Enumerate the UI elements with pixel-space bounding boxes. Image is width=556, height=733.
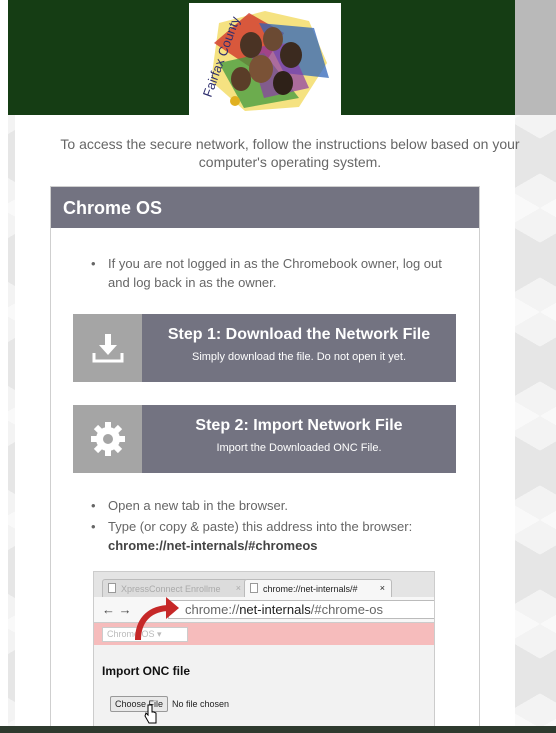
browser-screenshot: XpressConnect Enrollme × chrome://net-in… <box>93 571 435 733</box>
close-icon: × <box>379 583 385 593</box>
list-item: If you are not logged in as the Chromebo… <box>91 254 451 292</box>
bottom-bar <box>0 726 556 733</box>
chrome-os-card: Chrome OS If you are not logged in as th… <box>50 186 480 733</box>
tab-net-internals: chrome://net-internals/# × <box>244 579 392 598</box>
back-forward-icon: ← → <box>102 602 132 617</box>
main-content: To access the secure network, follow the… <box>15 115 520 733</box>
red-arrow-icon <box>135 597 179 641</box>
bullet-list-bottom: Open a new tab in the browser. Type (or … <box>91 496 451 557</box>
url-host: net-internals <box>239 602 311 617</box>
no-file-text: No file chosen <box>172 699 230 709</box>
left-strip <box>0 0 8 733</box>
step2-import-button[interactable]: Step 2: Import Network File Import the D… <box>73 405 456 473</box>
import-onc-title: Import ONC file <box>102 664 191 678</box>
intro-text: To access the secure network, follow the… <box>60 136 520 170</box>
logo-image: Fairfax County <box>200 11 329 111</box>
download-icon <box>73 314 142 382</box>
address-code: chrome://net-internals/#chromeos <box>108 538 318 553</box>
file-chooser: Choose File No file chosen <box>110 696 229 712</box>
page-icon <box>250 583 258 593</box>
section-title: Chrome OS <box>51 187 479 228</box>
list-item-text: Type (or copy & paste) this address into… <box>108 519 413 534</box>
url-path: /#chrome-os <box>310 602 383 617</box>
step1-subtitle: Simply download the file. Do not open it… <box>191 351 406 363</box>
list-item: Type (or copy & paste) this address into… <box>91 517 451 555</box>
step2-subtitle: Import the Downloaded ONC File. <box>216 442 382 454</box>
page-icon <box>108 583 116 593</box>
step2-title: Step 2: Import Network File <box>195 417 403 434</box>
omnibox: chrome://net-internals/#chrome-os <box>168 600 434 619</box>
tab-label: XpressConnect Enrollme <box>121 584 221 594</box>
hand-cursor-icon <box>144 704 157 724</box>
bullet-list-top: If you are not logged in as the Chromebo… <box>91 254 451 294</box>
step1-title: Step 1: Download the Network File <box>167 326 431 343</box>
county-logo[interactable]: Fairfax County <box>189 3 341 115</box>
url-scheme: chrome:// <box>185 602 240 617</box>
choose-file-button: Choose File <box>110 696 169 712</box>
header-bar-right <box>515 0 556 115</box>
step1-download-button[interactable]: Step 1: Download the Network File Simply… <box>73 314 456 382</box>
gear-icon <box>73 405 142 473</box>
tab-label: chrome://net-internals/# <box>263 584 358 594</box>
list-item: Open a new tab in the browser. <box>91 496 451 515</box>
close-icon: × <box>235 583 241 593</box>
